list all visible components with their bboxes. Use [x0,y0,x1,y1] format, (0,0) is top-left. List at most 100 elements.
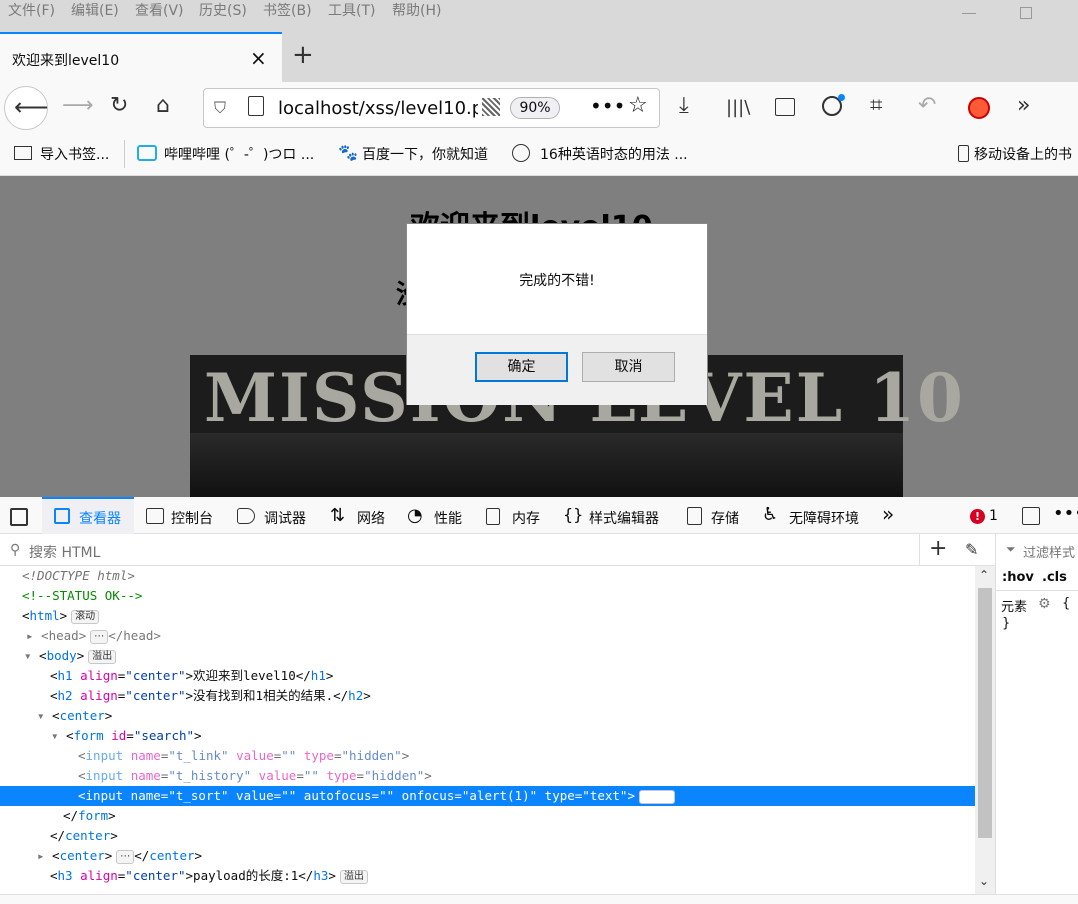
qr-code-icon[interactable] [482,98,500,116]
shield-icon[interactable]: ⛉ [214,98,226,118]
attr-value: "" [281,748,297,763]
markup-comment[interactable]: <!--STATUS OK--> [22,586,142,606]
menu-view[interactable]: 查看(V) [135,0,184,20]
markup-form[interactable]: ▾ <form id="search"> [51,726,202,746]
filter-icon: ⏷ [1006,542,1016,556]
screenshot-crop-icon[interactable]: ⌗ [870,93,882,118]
bookmark-mobile[interactable]: 移动设备上的书 [974,144,1072,164]
tab-inspector-label[interactable]: 查看器 [79,508,121,528]
debugger-icon [237,508,255,524]
hov-toggle[interactable]: :hov [1002,570,1034,585]
url-text[interactable]: localhost/xss/level10.php [278,98,478,119]
globe-icon [512,144,530,162]
bilibili-icon [137,145,157,161]
markup-html[interactable]: <html> 滚动 [22,606,100,626]
tab-accessibility[interactable]: 无障碍环境 [789,508,859,528]
markup-h3[interactable]: <h3 align="center">payload的长度:1</h3> 溢出 [50,866,368,886]
menu-edit[interactable]: 编辑(E) [71,0,119,20]
devtools-menu-icon[interactable]: ••• [1053,503,1078,524]
forward-arrow-icon[interactable]: ⟶ [62,93,94,118]
tab-console[interactable]: 控制台 [171,508,213,528]
more-tabs-chevron-icon[interactable]: » [882,502,894,526]
overflow-badge[interactable]: 溢出 [88,649,117,664]
cls-toggle[interactable]: .cls [1042,570,1067,585]
tab-style-editor[interactable]: 样式编辑器 [589,508,659,528]
markup-center[interactable]: ▾ <center> [37,706,112,726]
scroll-badge[interactable]: 滚动 [71,609,100,624]
markup-doctype[interactable]: <!DOCTYPE html> [22,566,135,586]
overflow-badge[interactable]: 溢出 [339,869,368,884]
extension-icon[interactable] [968,97,990,119]
menu-bookmarks[interactable]: 书签(B) [263,0,312,20]
bookmark-baidu[interactable]: 百度一下，你就知道 [362,144,488,164]
download-icon[interactable]: ⤓ [679,93,689,118]
attr-value: "hidden" [341,748,402,763]
error-icon[interactable]: ! [970,509,985,524]
banner-scenery [190,433,903,497]
tab-performance[interactable]: 性能 [434,508,462,528]
library-icon[interactable]: |||\ [726,97,750,118]
zoom-level[interactable]: 90% [510,97,560,119]
markup-scrollbar[interactable]: ⌃ ⌄ [975,566,995,894]
cancel-button[interactable]: 取消 [582,352,675,382]
more-actions-icon[interactable]: ••• [590,94,625,118]
sidebar-icon[interactable] [775,98,795,116]
home-icon[interactable]: ⌂ [156,93,170,118]
reload-icon[interactable]: ↻ [110,93,128,118]
menu-file[interactable]: 文件(F) [8,0,55,20]
search-html-input[interactable]: 搜索 HTML [29,542,100,562]
bookmarks-bar [0,134,1078,176]
ellipsis-badge[interactable]: ⋯ [116,849,135,864]
filter-styles-input[interactable]: 过滤样式 [1023,542,1075,561]
bookmark-english-tenses[interactable]: 16种英语时态的用法 ... [540,144,688,164]
responsive-design-icon[interactable] [1022,507,1040,525]
tab-storage[interactable]: 存储 [711,508,739,528]
markup-search-bar: ⚲ 搜索 HTML + ✎ [0,534,995,566]
markup-center-close[interactable]: </center> [50,826,118,846]
markup-input-sort-selected[interactable]: <input name="t_sort" value="" autofocus=… [0,786,975,806]
tab-close-icon[interactable]: × [250,46,267,70]
tab-memory[interactable]: 内存 [512,508,540,528]
maximize-icon[interactable] [1020,7,1032,19]
eyedropper-icon[interactable]: ✎ [965,540,978,559]
markup-form-close[interactable]: </form> [63,806,116,826]
markup-input-link[interactable]: <input name="t_link" value="" type="hidd… [78,746,409,766]
tag-name: center [149,848,195,863]
ok-button[interactable]: 确定 [475,352,568,382]
menu-tools[interactable]: 工具(T) [328,0,375,20]
menu-help[interactable]: 帮助(H) [392,0,441,20]
markup-center-2[interactable]: ▸ <center> ⋯ </center> [37,846,202,866]
overflow-chevron-icon[interactable]: » [1017,93,1030,118]
markup-head[interactable]: ▸ <head> ⋯ </head> [26,626,161,646]
ellipsis-badge[interactable]: ⋯ [90,629,109,644]
markup-input-history[interactable]: <input name="t_history" value="" type="h… [78,766,432,786]
menu-history[interactable]: 历史(S) [199,0,247,20]
tab-network[interactable]: 网络 [357,508,385,528]
minimize-icon[interactable] [962,13,976,14]
undo-icon[interactable]: ↶ [918,93,936,118]
tag-name: center [59,848,105,863]
alert-message: 完成的不错! [519,273,595,289]
tab-active[interactable]: 欢迎来到level10 × [0,32,282,82]
back-button[interactable]: ⟵ [4,86,48,130]
element-picker-icon[interactable] [10,508,28,526]
scroll-up-icon[interactable]: ⌃ [979,568,989,582]
page-info-icon[interactable] [248,96,264,116]
scrollbar-thumb[interactable] [978,588,992,838]
star-bookmark-icon[interactable]: ☆ [628,93,648,118]
attr-value: "t_link" [168,748,229,763]
bookmark-import[interactable]: 导入书签... [40,144,109,164]
scroll-down-icon[interactable]: ⌄ [979,874,989,888]
new-tab-button[interactable]: + [292,40,314,70]
error-count[interactable]: 1 [989,508,998,524]
bookmark-bilibili[interactable]: 哔哩哔哩 (゜-゜)つロ ... [164,144,314,164]
add-node-icon[interactable]: + [929,536,947,561]
markup-h1[interactable]: <h1 align="center">欢迎来到level10</h1> [50,666,333,686]
tab-title: 欢迎来到level10 [12,53,120,69]
event-badge[interactable]: event [638,789,676,804]
network-icon: ⇅ [330,505,346,526]
markup-h2[interactable]: <h2 align="center">没有找到和1相关的结果.</h2> [50,686,371,706]
markup-body[interactable]: ▾ <body> 溢出 [24,646,117,666]
gear-icon[interactable]: ⚙ [1038,596,1051,612]
tab-debugger[interactable]: 调试器 [264,508,306,528]
